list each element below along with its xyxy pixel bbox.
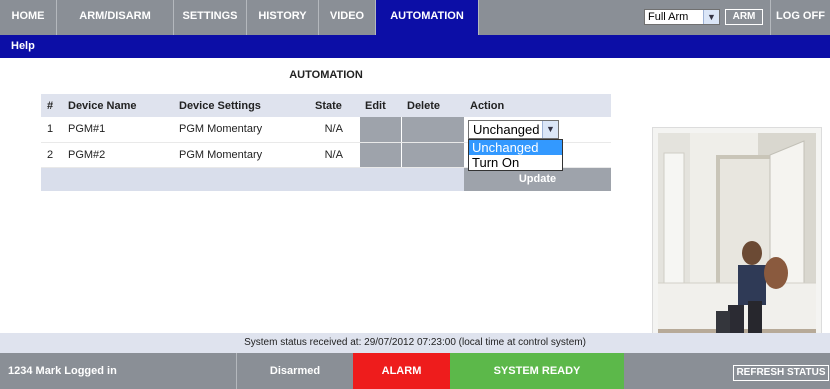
page-title: AUTOMATION	[289, 69, 363, 81]
edit-cell[interactable]	[358, 142, 401, 168]
main-content: AUTOMATION # Device Name Device Settings…	[0, 58, 830, 385]
footer-spacer	[41, 167, 464, 191]
device-state: N/A	[309, 142, 359, 168]
col-header-device-settings: Device Settings	[173, 94, 309, 117]
device-settings: PGM Momentary	[173, 142, 309, 168]
top-nav-bar: HOME ARM/DISARM SETTINGS HISTORY VIDEO A…	[0, 0, 830, 35]
device-state: N/A	[309, 117, 359, 143]
device-name: PGM#1	[62, 117, 173, 143]
system-ready-indicator: SYSTEM READY	[450, 353, 624, 389]
action-select-value: Unchanged	[473, 121, 540, 137]
refresh-status-button[interactable]: REFRESH STATUS	[733, 365, 829, 381]
col-header-device-name: Device Name	[62, 94, 173, 117]
edit-cell[interactable]	[358, 117, 401, 143]
col-header-action: Action	[464, 94, 611, 117]
col-header-number: #	[41, 94, 62, 117]
bottom-status-bar: 1234 Mark Logged in Disarmed ALARM SYSTE…	[0, 353, 830, 389]
row-number: 1	[41, 117, 62, 143]
chevron-down-icon: ▼	[542, 120, 558, 138]
action-select[interactable]: Unchanged ▼	[468, 119, 559, 139]
arm-state-indicator: Disarmed	[236, 353, 353, 389]
option-turn-on[interactable]: Turn On	[469, 155, 562, 170]
chevron-down-icon: ▼	[703, 10, 719, 24]
arm-mode-select[interactable]: Full Arm ▼	[644, 9, 720, 25]
delete-cell[interactable]	[400, 117, 464, 143]
alarm-indicator: ALARM	[353, 353, 450, 389]
logoff-button[interactable]: LOG OFF	[770, 0, 830, 35]
col-header-edit: Edit	[359, 94, 401, 117]
device-name: PGM#2	[62, 142, 173, 168]
nav-settings[interactable]: SETTINGS	[174, 0, 247, 35]
nav-history[interactable]: HISTORY	[247, 0, 319, 35]
help-link[interactable]: Help	[11, 40, 35, 52]
action-dropdown-list: Unchanged Turn On	[468, 139, 563, 171]
help-bar: Help	[0, 35, 830, 58]
nav-arm-disarm[interactable]: ARM/DISARM	[57, 0, 174, 35]
col-header-delete: Delete	[401, 94, 464, 117]
system-status-line: System status received at: 29/07/2012 07…	[0, 333, 830, 353]
table-header-row: # Device Name Device Settings State Edit…	[41, 94, 611, 117]
col-header-state: State	[309, 94, 359, 117]
row-number: 2	[41, 142, 62, 168]
device-settings: PGM Momentary	[173, 117, 309, 143]
nav-video[interactable]: VIDEO	[319, 0, 376, 35]
nav-home[interactable]: HOME	[0, 0, 57, 35]
arm-button[interactable]: ARM	[725, 9, 763, 25]
logged-in-user: 1234 Mark Logged in	[8, 365, 117, 377]
arm-mode-value: Full Arm	[648, 11, 689, 23]
nav-automation[interactable]: AUTOMATION	[376, 0, 479, 35]
delete-cell[interactable]	[400, 142, 464, 168]
option-unchanged[interactable]: Unchanged	[469, 140, 562, 155]
